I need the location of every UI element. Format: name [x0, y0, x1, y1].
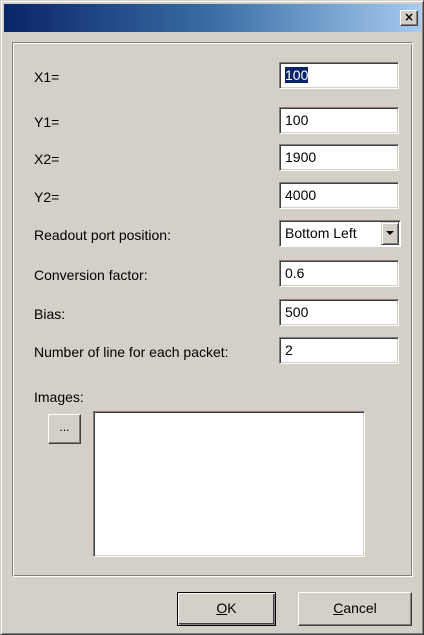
lines-per-packet-label: Number of line for each packet: — [34, 344, 229, 360]
lines-per-packet-field[interactable]: 2 — [279, 337, 399, 364]
x1-label: X1= — [34, 69, 60, 85]
x1-field[interactable]: 100 — [279, 62, 399, 89]
dialog-window: × X1= 100 Y1= 100 X2= 1900 Y2= 4000 Read… — [0, 0, 424, 635]
y2-field[interactable]: 4000 — [279, 182, 399, 209]
readout-port-value: Bottom Left — [285, 225, 357, 241]
readout-port-label: Readout port position: — [34, 227, 171, 243]
x1-value: 100 — [285, 67, 309, 83]
ok-button[interactable]: OK — [177, 592, 276, 626]
y2-label: Y2= — [34, 189, 60, 205]
y1-field[interactable]: 100 — [279, 107, 399, 134]
cancel-button[interactable]: Cancel — [298, 592, 412, 626]
chevron-down-icon[interactable] — [381, 222, 399, 245]
bias-label: Bias: — [34, 306, 66, 322]
readout-port-select[interactable]: Bottom Left — [279, 220, 401, 247]
cancel-accel: C — [333, 600, 344, 616]
title-bar[interactable]: × — [4, 4, 421, 32]
conversion-factor-field[interactable]: 0.6 — [279, 260, 399, 287]
images-label: Images: — [34, 389, 84, 405]
close-icon[interactable]: × — [400, 10, 418, 26]
browse-images-button[interactable]: ... — [48, 414, 81, 444]
cancel-label-rest: ancel — [343, 600, 377, 616]
bias-field[interactable]: 500 — [279, 299, 399, 326]
y1-label: Y1= — [34, 114, 60, 130]
x2-label: X2= — [34, 151, 60, 167]
images-list[interactable] — [93, 411, 365, 557]
ok-accel: O — [216, 600, 228, 616]
ok-label-rest: K — [227, 600, 237, 616]
conversion-factor-label: Conversion factor: — [34, 267, 148, 283]
x2-field[interactable]: 1900 — [279, 144, 399, 171]
